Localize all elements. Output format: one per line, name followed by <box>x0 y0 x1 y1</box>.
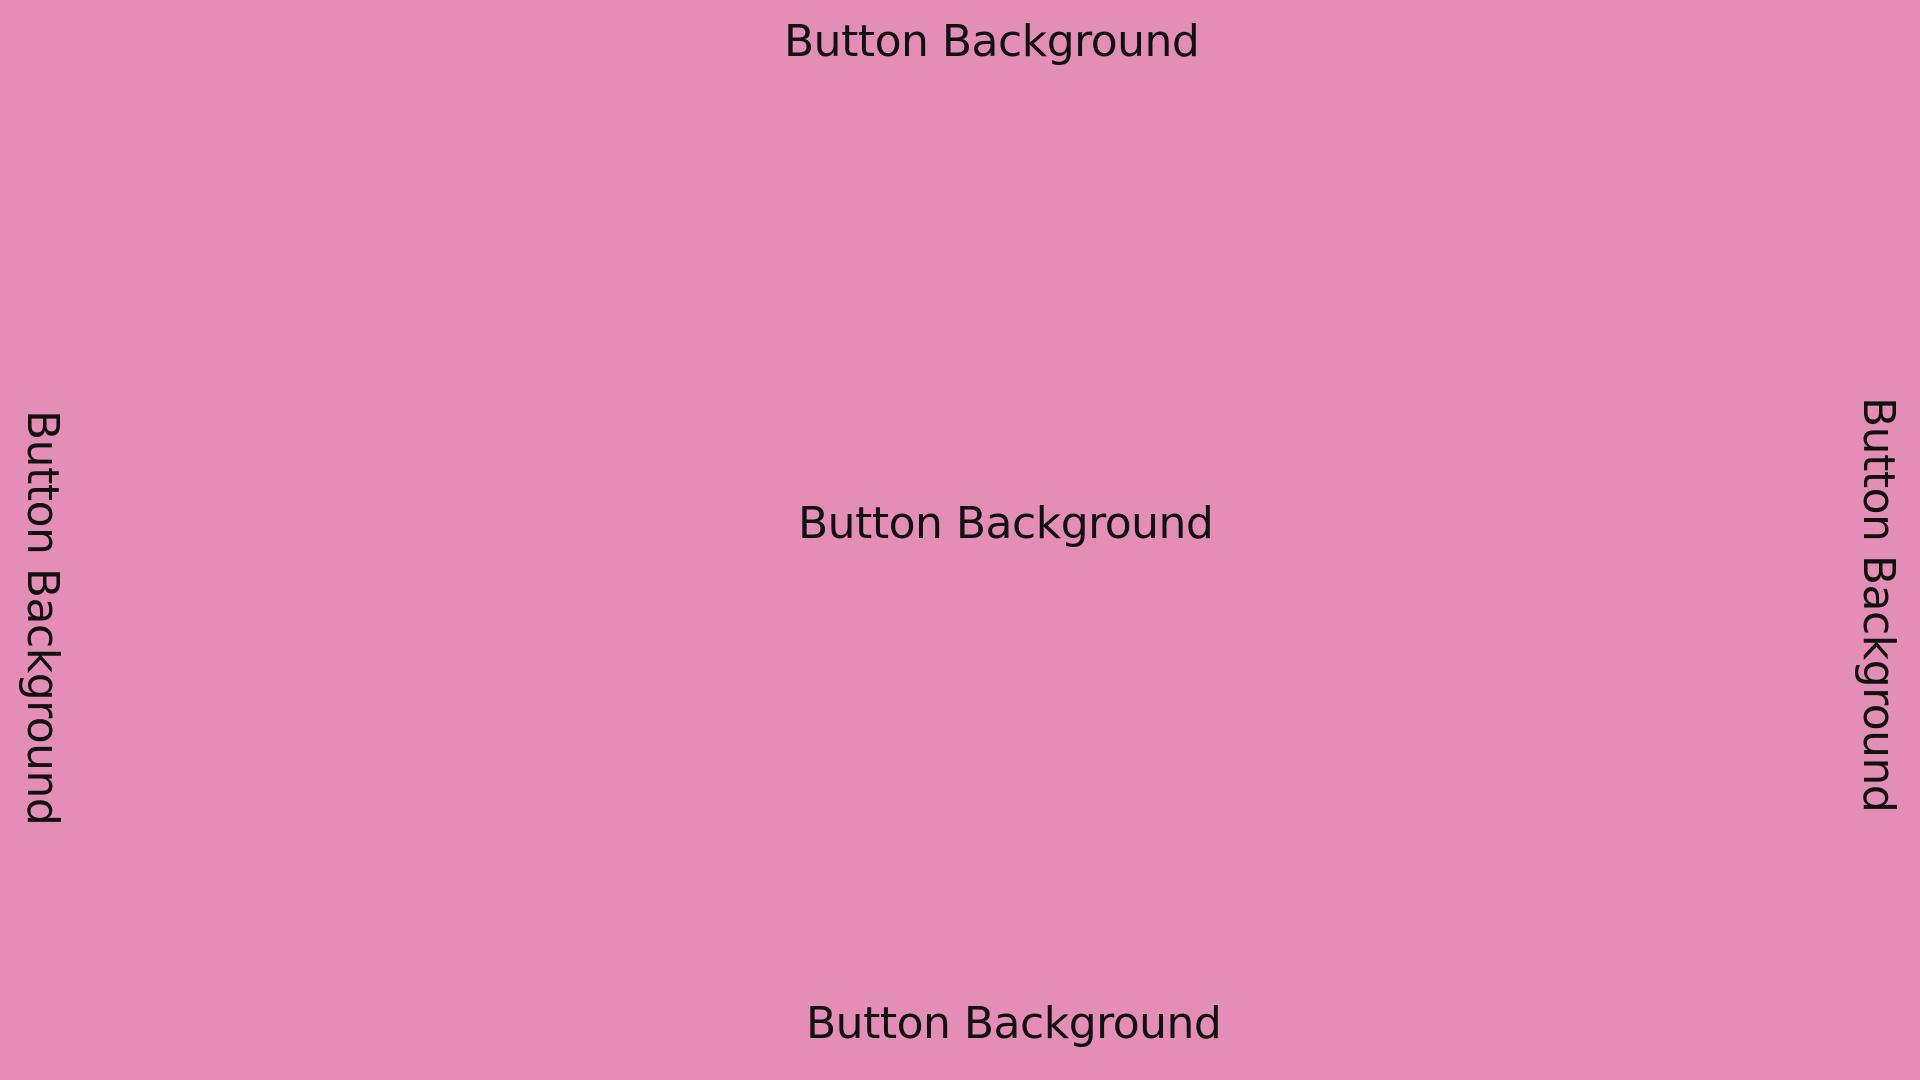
button-background-label-right: Button Background <box>1853 397 1904 813</box>
button-background-label-left: Button Background <box>17 410 68 826</box>
button-background-label-center: Button Background <box>798 498 1214 549</box>
button-background-label-bottom: Button Background <box>806 998 1222 1049</box>
button-background-label-top: Button Background <box>784 16 1200 67</box>
